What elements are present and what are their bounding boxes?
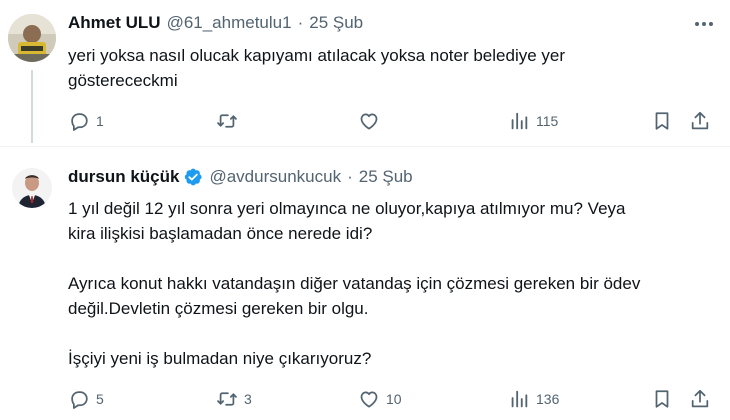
thread-connector	[31, 70, 33, 143]
thread-view: Ahmet ULU @61_ahmetulu1 · 25 Şub yeri yo…	[0, 0, 730, 420]
share-button[interactable]	[689, 108, 711, 134]
retweet-icon	[216, 110, 238, 132]
bookmark-button[interactable]	[651, 386, 673, 412]
bookmark-button[interactable]	[651, 108, 673, 134]
avatar[interactable]	[12, 168, 52, 208]
views-count: 115	[536, 113, 559, 129]
user-handle[interactable]: @61_ahmetulu1	[167, 13, 292, 33]
retweet-button[interactable]: 3	[216, 386, 252, 412]
retweet-count: 3	[244, 391, 252, 407]
tweet-text: 1 yıl değil 12 yıl sonra yeri olmayınca …	[68, 199, 641, 368]
views-button[interactable]: 136	[508, 386, 559, 412]
tweet-date[interactable]: 25 Şub	[309, 13, 363, 33]
share-icon	[689, 110, 711, 132]
retweet-button[interactable]	[216, 108, 244, 134]
reply-button[interactable]: 5	[68, 386, 104, 412]
avatar-image	[8, 14, 56, 62]
reply-count: 5	[96, 391, 104, 407]
tweet[interactable]: Ahmet ULU @61_ahmetulu1 · 25 Şub yeri yo…	[0, 0, 730, 143]
like-button[interactable]	[358, 108, 386, 134]
like-icon	[358, 110, 380, 132]
bookmark-icon	[651, 110, 673, 132]
tweet-header: dursun küçük @avdursunkucuk · 25 Şub	[68, 167, 413, 187]
tweet-actions: 5 3 10 136	[68, 386, 718, 412]
avatar[interactable]	[8, 14, 56, 62]
bookmark-icon	[651, 388, 673, 410]
display-name[interactable]: Ahmet ULU	[68, 13, 161, 33]
user-handle[interactable]: @avdursunkucuk	[209, 167, 341, 187]
like-count: 10	[386, 391, 402, 407]
tweet-text: yeri yoksa nasıl olucak kapıyamı atılaca…	[68, 46, 566, 90]
like-button[interactable]: 10	[358, 386, 402, 412]
tweet[interactable]: dursun küçük @avdursunkucuk · 25 Şub 1 y…	[0, 150, 730, 420]
views-button[interactable]: 115	[508, 108, 558, 134]
views-count: 136	[536, 391, 560, 407]
reply-icon	[68, 110, 90, 132]
reply-count: 1	[96, 113, 104, 129]
tweet-actions: 1 115	[68, 108, 718, 134]
reply-button[interactable]: 1	[68, 108, 104, 134]
tweet-header: Ahmet ULU @61_ahmetulu1 · 25 Şub	[68, 13, 363, 33]
tweet-date[interactable]: 25 Şub	[359, 167, 413, 187]
share-icon	[689, 388, 711, 410]
reply-icon	[68, 388, 90, 410]
separator-dot: ·	[297, 13, 304, 32]
views-icon	[508, 388, 530, 410]
display-name[interactable]: dursun küçük	[68, 167, 179, 187]
views-icon	[508, 110, 530, 132]
avatar-image	[12, 168, 52, 208]
like-icon	[358, 388, 380, 410]
verified-badge-icon	[183, 167, 203, 187]
share-button[interactable]	[689, 386, 711, 412]
more-icon[interactable]	[692, 14, 716, 34]
tweet-divider	[0, 146, 730, 147]
retweet-icon	[216, 388, 238, 410]
separator-dot: ·	[347, 167, 353, 186]
